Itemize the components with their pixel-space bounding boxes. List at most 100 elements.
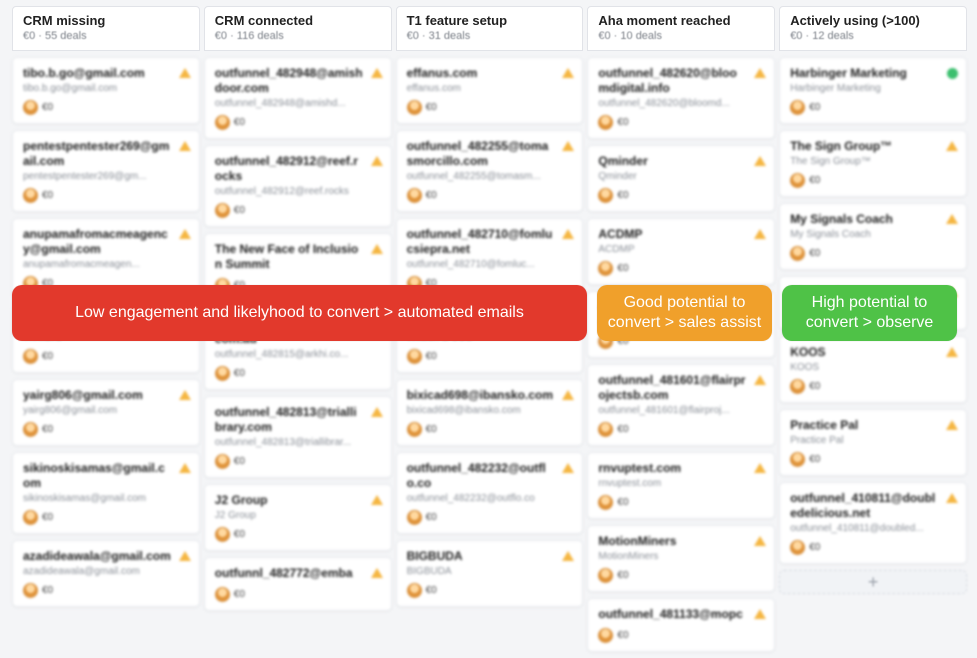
deal-card[interactable]: outfunnel_482255@tomasmorcillo.comoutfun… xyxy=(396,130,584,212)
deal-title: sikinoskisamas@gmail.com xyxy=(23,461,189,491)
deal-subtitle: outfunnel_482815@arkhi.co... xyxy=(215,349,381,360)
deal-meta: €0 xyxy=(23,510,189,525)
deal-amount: €0 xyxy=(42,585,53,596)
warning-icon xyxy=(562,551,574,561)
column-subtitle: €0 · 116 deals xyxy=(215,30,381,42)
deal-card[interactable]: effanus.comeffanus.com€0 xyxy=(396,57,584,124)
avatar-icon xyxy=(790,246,805,261)
warning-icon xyxy=(371,68,383,78)
deal-meta: €0 xyxy=(790,246,956,261)
deal-title: KOOS xyxy=(790,345,956,360)
avatar-icon xyxy=(598,495,613,510)
deal-amount: €0 xyxy=(617,497,628,508)
deal-title: outfunnl_482772@emba xyxy=(215,566,381,581)
avatar-icon xyxy=(23,349,38,364)
deal-amount: €0 xyxy=(234,368,245,379)
deal-card[interactable]: QminderQminder€0 xyxy=(587,145,775,212)
deal-amount: €0 xyxy=(426,102,437,113)
avatar-icon xyxy=(23,100,38,115)
deal-amount: €0 xyxy=(426,585,437,596)
deal-title: ACDMP xyxy=(598,227,764,242)
deal-title: outfunnel_410811@doubledelicious.net xyxy=(790,491,956,521)
deal-title: yairg806@gmail.com xyxy=(23,388,189,403)
deal-card[interactable]: BIGBUDABIGBUDA€0 xyxy=(396,540,584,607)
deal-amount: €0 xyxy=(42,512,53,523)
deal-card[interactable]: outfunnel_410811@doubledelicious.netoutf… xyxy=(779,482,967,564)
add-deal-button[interactable]: + xyxy=(779,570,967,594)
deal-card[interactable]: outfunnel_481601@flairprojectsb.comoutfu… xyxy=(587,364,775,446)
column-header[interactable]: Aha moment reached€0 · 10 deals xyxy=(587,6,775,51)
deal-card[interactable]: outfunnl_482772@emba €0 xyxy=(204,557,392,611)
column-header[interactable]: CRM missing€0 · 55 deals xyxy=(12,6,200,51)
avatar-icon xyxy=(23,422,38,437)
deal-card[interactable]: J2 GroupJ2 Group€0 xyxy=(204,484,392,551)
deal-amount: €0 xyxy=(234,589,245,600)
deal-card[interactable]: ACDMPACDMP€0 xyxy=(587,218,775,285)
deal-card[interactable]: outfunnel_481133@mopc €0 xyxy=(587,598,775,652)
deal-card[interactable]: bixicad698@ibansko.combixicad698@ibansko… xyxy=(396,379,584,446)
warning-icon xyxy=(562,141,574,151)
deal-title: outfunnel_481133@mopc xyxy=(598,607,764,622)
column-header[interactable]: T1 feature setup€0 · 31 deals xyxy=(396,6,584,51)
avatar-icon xyxy=(215,366,230,381)
deal-subtitle: The Sign Group™ xyxy=(790,156,956,167)
deal-card[interactable]: pentestpentester269@gmail.compentestpent… xyxy=(12,130,200,212)
deal-subtitle: anupamafromacmeagen... xyxy=(23,259,189,270)
warning-icon xyxy=(179,551,191,561)
deal-card[interactable]: azadideawala@gmail.comazadideawala@gmail… xyxy=(12,540,200,607)
warning-icon xyxy=(754,463,766,473)
deal-subtitle: KOOS xyxy=(790,362,956,373)
deal-amount: €0 xyxy=(617,190,628,201)
deal-meta: €0 xyxy=(215,527,381,542)
deal-card[interactable]: outfunnel_482620@bloomdigital.infooutfun… xyxy=(587,57,775,139)
avatar-icon xyxy=(790,100,805,115)
deal-amount: €0 xyxy=(809,248,820,259)
column-header[interactable]: CRM connected €0 · 116 deals xyxy=(204,6,392,51)
deal-amount: €0 xyxy=(42,351,53,362)
deal-card[interactable]: rnvuptest.comrnvuptest.com€0 xyxy=(587,452,775,519)
deal-meta: €0 xyxy=(790,540,956,555)
avatar-icon xyxy=(407,583,422,598)
deal-card[interactable]: My Signals CoachMy Signals Coach€0 xyxy=(779,203,967,270)
deal-title: pentestpentester269@gmail.com xyxy=(23,139,189,169)
warning-icon xyxy=(371,156,383,166)
deal-subtitle: outfunnel_482912@reef.rocks xyxy=(215,186,381,197)
deal-card[interactable]: Practice PalPractice Pal€0 xyxy=(779,409,967,476)
deal-card[interactable]: outfunnel_482948@amishdoor.comoutfunnel_… xyxy=(204,57,392,139)
deal-title: azadideawala@gmail.com xyxy=(23,549,189,564)
column-header[interactable]: Actively using (>100)€0 · 12 deals xyxy=(779,6,967,51)
deal-title: Qminder xyxy=(598,154,764,169)
deal-card[interactable]: outfunnel_482813@triallibrary.comoutfunn… xyxy=(204,396,392,478)
warning-icon xyxy=(179,68,191,78)
warning-icon xyxy=(179,463,191,473)
deal-card[interactable]: The Sign Group™The Sign Group™€0 xyxy=(779,130,967,197)
deal-amount: €0 xyxy=(617,630,628,641)
deal-card[interactable]: sikinoskisamas@gmail.comsikinoskisamas@g… xyxy=(12,452,200,534)
deal-subtitle: rnvuptest.com xyxy=(598,478,764,489)
column-title: Actively using (>100) xyxy=(790,13,956,28)
deal-meta: €0 xyxy=(23,422,189,437)
deal-title: The New Face of Inclusion Summit xyxy=(215,242,381,272)
deal-title: outfunnel_482255@tomasmorcillo.com xyxy=(407,139,573,169)
column-cards: outfunnel_482620@bloomdigital.infooutfun… xyxy=(587,57,775,652)
deal-card[interactable]: KOOSKOOS€0 xyxy=(779,336,967,403)
deal-amount: €0 xyxy=(617,424,628,435)
deal-meta: €0 xyxy=(598,115,764,130)
deal-card[interactable]: Harbinger MarketingHarbinger Marketing€0 xyxy=(779,57,967,124)
deal-subtitle: outfunnel_482813@triallibrar... xyxy=(215,437,381,448)
deal-card[interactable]: outfunnel_482912@reef.rocksoutfunnel_482… xyxy=(204,145,392,227)
deal-subtitle: Practice Pal xyxy=(790,435,956,446)
deal-subtitle: ACDMP xyxy=(598,244,764,255)
deal-amount: €0 xyxy=(42,102,53,113)
deal-meta: €0 xyxy=(215,115,381,130)
deal-card[interactable]: tibo.b.go@gmail.comtibo.b.go@gmail.com€0 xyxy=(12,57,200,124)
deal-title: bixicad698@ibansko.com xyxy=(407,388,573,403)
annotation-green: High potential to convert > observe xyxy=(782,285,957,341)
deal-card[interactable]: outfunnel_482232@outflo.cooutfunnel_4822… xyxy=(396,452,584,534)
deal-title: outfunnel_482232@outflo.co xyxy=(407,461,573,491)
avatar-icon xyxy=(407,422,422,437)
column-title: CRM connected xyxy=(215,13,381,28)
deal-card[interactable]: MotionMinersMotionMiners€0 xyxy=(587,525,775,592)
deal-card[interactable]: yairg806@gmail.comyairg806@gmail.com€0 xyxy=(12,379,200,446)
deal-meta: €0 xyxy=(598,568,764,583)
